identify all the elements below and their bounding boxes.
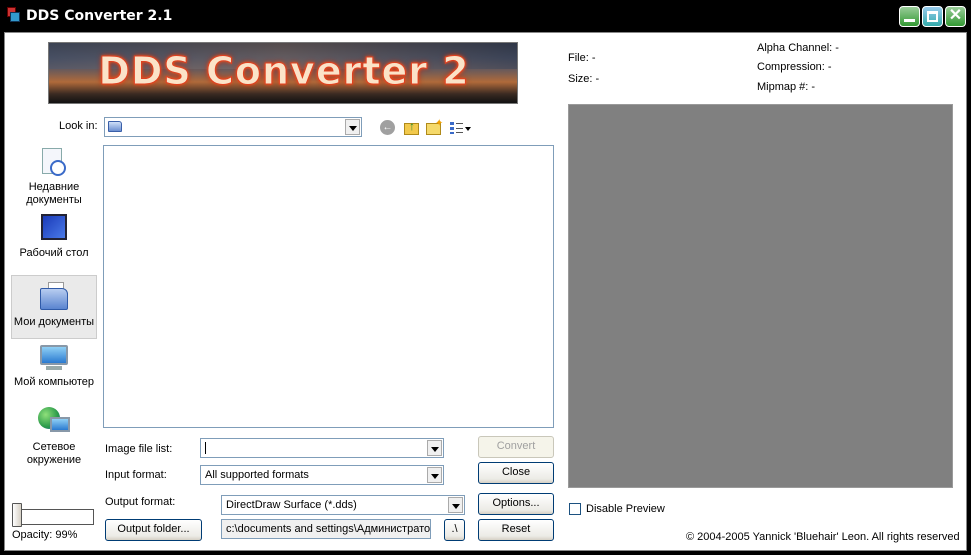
chevron-down-icon[interactable] [448, 497, 463, 513]
file-list[interactable] [103, 145, 554, 428]
input-format-value: All supported formats [205, 469, 309, 481]
up-dir-button[interactable]: .\ [444, 519, 465, 541]
folder-icon [108, 121, 122, 132]
output-folder-button[interactable]: Output folder... [105, 519, 202, 541]
place-label: Рабочий стол [19, 247, 89, 259]
banner-logo: DDS Converter 2 [48, 42, 518, 104]
input-format-label: Input format: [105, 469, 167, 481]
reset-button[interactable]: Reset [478, 519, 554, 541]
window-bottom-border [0, 551, 971, 555]
disable-preview-label[interactable]: Disable Preview [586, 503, 665, 515]
place-my-documents[interactable]: Мои документы [11, 275, 97, 339]
desktop-icon [38, 214, 70, 244]
close-icon: ✕ [948, 7, 963, 24]
compression-info: Compression: - [757, 61, 832, 73]
input-format-select[interactable]: All supported formats [200, 465, 444, 485]
minimize-button[interactable] [899, 6, 920, 27]
disable-preview-checkbox[interactable] [569, 503, 581, 515]
network-icon [38, 407, 70, 437]
view-menu-icon[interactable] [449, 119, 471, 137]
output-format-select[interactable]: DirectDraw Surface (*.dds) [221, 495, 465, 515]
maximize-button[interactable] [922, 6, 943, 27]
mipmap-info: Mipmap #: - [757, 81, 816, 93]
opacity-slider-track[interactable] [12, 509, 94, 525]
output-format-label: Output format: [105, 496, 176, 508]
banner-text: DDS Converter 2 [98, 49, 470, 94]
close-button[interactable]: Close [478, 462, 554, 484]
opacity-label: Opacity: 99% [12, 529, 78, 541]
opacity-slider-thumb[interactable] [12, 503, 22, 527]
app-icon[interactable] [5, 7, 21, 23]
my-documents-icon [38, 282, 70, 312]
output-format-value: DirectDraw Surface (*.dds) [226, 499, 357, 511]
new-folder-icon[interactable]: ✦ [425, 118, 443, 137]
close-window-button[interactable]: ✕ [945, 6, 966, 27]
convert-button[interactable]: Convert [478, 436, 554, 458]
place-desktop[interactable]: Рабочий стол [11, 210, 97, 262]
minimize-icon [904, 19, 915, 22]
file-info: File: - [568, 52, 596, 64]
look-in-label: Look in: [59, 120, 98, 132]
image-file-list-label: Image file list: [105, 443, 173, 455]
place-label: Сетевое окружение [26, 441, 82, 466]
up-folder-icon[interactable]: ↑ [403, 119, 421, 137]
chevron-down-icon[interactable] [427, 440, 442, 456]
image-file-list-combo[interactable] [200, 438, 444, 458]
title-bar: DDS Converter 2.1 ✕ [0, 0, 971, 32]
place-my-computer[interactable]: Мой компьютер [11, 339, 97, 391]
my-computer-icon [38, 343, 70, 373]
preview-area [568, 104, 953, 488]
options-button[interactable]: Options... [478, 493, 554, 515]
maximize-icon [927, 11, 938, 22]
window-title: DDS Converter 2.1 [26, 8, 173, 24]
look-in-combo[interactable] [104, 117, 362, 137]
back-icon[interactable]: ← [380, 120, 395, 135]
chevron-down-icon[interactable] [427, 467, 442, 483]
recent-documents-icon [38, 148, 70, 178]
main-window: DDS Converter 2 Look in: ← ↑ ✦ Недавние … [4, 32, 967, 551]
chevron-down-icon[interactable] [345, 119, 360, 135]
place-label: Недавние документы [26, 181, 82, 206]
output-folder-path: c:\documents and settings\Администратор [221, 519, 431, 539]
place-label: Мой компьютер [13, 376, 95, 388]
place-label: Мои документы [13, 316, 95, 328]
size-info: Size: - [568, 73, 600, 85]
image-file-list-value [205, 442, 206, 455]
copyright-text: © 2004-2005 Yannick 'Bluehair' Leon. All… [686, 531, 960, 543]
alpha-channel-info: Alpha Channel: - [757, 42, 839, 54]
place-network[interactable]: Сетевое окружение [11, 403, 97, 469]
place-recent-documents[interactable]: Недавние документы [11, 144, 97, 208]
